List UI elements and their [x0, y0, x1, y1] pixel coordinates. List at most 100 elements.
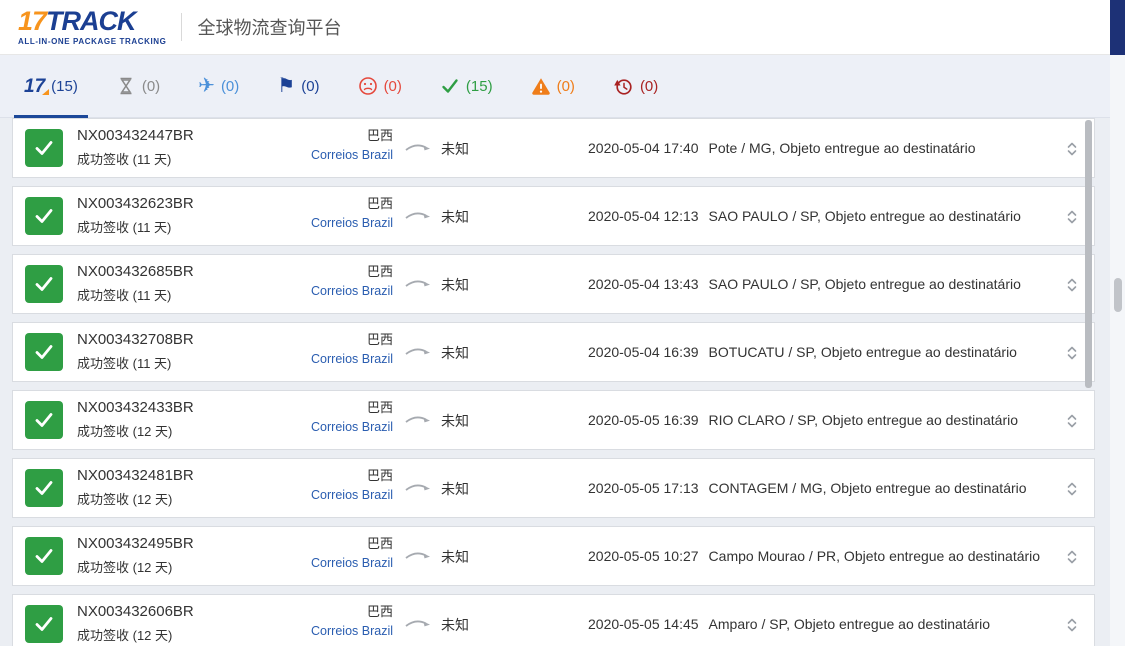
origin-carrier-link[interactable]: Correios Brazil — [311, 420, 393, 434]
origin-carrier-link[interactable]: Correios Brazil — [311, 488, 393, 502]
tab-count: (0) — [640, 78, 658, 95]
tab-not-found[interactable]: (0) — [106, 55, 170, 117]
event-description: RIO CLARO / SP, Objeto entregue ao desti… — [709, 412, 1018, 428]
destination-carrier: 未知 — [441, 547, 469, 567]
tracking-row[interactable]: NX003432433BR 成功签收 (12 天) 巴西 Correios Br… — [12, 390, 1095, 450]
origin-country: 巴西 — [243, 193, 393, 212]
delivered-check-icon — [25, 401, 63, 439]
tracking-status: 成功签收 (12 天) — [77, 557, 172, 576]
origin-country: 巴西 — [243, 397, 393, 416]
expand-chevron-icon[interactable] — [1066, 345, 1078, 361]
latest-event: 2020-05-04 16:39 BOTUCATU / SP, Objeto en… — [588, 344, 1017, 360]
tracking-status: 成功签收 (11 天) — [77, 149, 171, 168]
event-datetime: 2020-05-05 17:13 — [588, 480, 699, 496]
route-arrow-icon — [405, 411, 431, 427]
tab-count: (0) — [221, 78, 239, 95]
logo-track: TRACK — [46, 6, 136, 36]
tab-in-transit[interactable]: ✈ (0) — [188, 55, 249, 117]
event-datetime: 2020-05-04 16:39 — [588, 344, 699, 360]
warning-icon — [531, 76, 551, 96]
history-clock-icon — [613, 76, 634, 97]
event-datetime: 2020-05-04 17:40 — [588, 140, 699, 156]
latest-event: 2020-05-04 17:40 Pote / MG, Objeto entreg… — [588, 140, 975, 156]
origin-carrier-block: 巴西 Correios Brazil — [243, 261, 393, 300]
tab-alert[interactable]: (0) — [521, 55, 585, 117]
tab-pick-up[interactable]: ⚑ (0) — [267, 55, 329, 117]
latest-event: 2020-05-04 12:13SAO PAULO / SP, Objeto e… — [588, 208, 1021, 224]
origin-carrier-block: 巴西 Correios Brazil — [243, 601, 393, 640]
logo-tagline: ALL-IN-ONE PACKAGE TRACKING — [18, 37, 167, 46]
expand-chevron-icon[interactable] — [1066, 209, 1078, 225]
status-tabbar: 17 (15) (0) ✈ (0) ⚑ (0) (0) (15) — [0, 55, 1110, 118]
delivered-check-icon — [25, 333, 63, 371]
origin-carrier-block: 巴西 Correios Brazil — [243, 397, 393, 436]
origin-carrier-link[interactable]: Correios Brazil — [311, 216, 393, 230]
route-arrow-icon — [405, 207, 431, 223]
event-description: Pote / MG, Objeto entregue ao destinatár… — [709, 140, 976, 156]
tracking-row[interactable]: NX003432481BR 成功签收 (12 天) 巴西 Correios Br… — [12, 458, 1095, 518]
origin-carrier-block: 巴西 Correios Brazil — [243, 533, 393, 572]
tracking-number: NX003432606BR — [77, 603, 194, 620]
tab-undelivered[interactable]: (0) — [348, 55, 412, 117]
origin-carrier-link[interactable]: Correios Brazil — [311, 352, 393, 366]
route-arrow-icon — [405, 615, 431, 631]
tracking-number: NX003432623BR — [77, 195, 194, 212]
tab-count: (15) — [466, 78, 493, 95]
route-arrow-icon — [405, 275, 431, 291]
origin-country: 巴西 — [243, 533, 393, 552]
tab-count: (15) — [51, 78, 78, 95]
latest-event: 2020-05-05 14:45Amparo / SP, Objeto entr… — [588, 616, 990, 632]
tab-all-tracked[interactable]: 17 (15) — [14, 55, 88, 117]
window-scrollbar-thumb[interactable] — [1114, 278, 1122, 312]
page-title: 全球物流查询平台 — [198, 14, 342, 40]
tab-expired[interactable]: (0) — [603, 55, 668, 117]
destination-carrier: 未知 — [441, 615, 469, 635]
tracking-number: NX003432708BR — [77, 331, 194, 348]
expand-chevron-icon[interactable] — [1066, 141, 1078, 157]
seventeen-icon: 17 — [24, 77, 45, 96]
window-scrollbar-track — [1110, 55, 1125, 646]
expand-chevron-icon[interactable] — [1066, 277, 1078, 293]
tracking-status: 成功签收 (11 天) — [77, 353, 171, 372]
event-description: BOTUCATU / SP, Objeto entregue ao destin… — [709, 344, 1017, 360]
origin-carrier-link[interactable]: Correios Brazil — [311, 624, 393, 638]
tracking-row[interactable]: NX003432606BR 成功签收 (12 天) 巴西 Correios Br… — [12, 594, 1095, 646]
tracking-row[interactable]: NX003432495BR 成功签收 (12 天) 巴西 Correios Br… — [12, 526, 1095, 586]
tracking-row[interactable]: NX003432708BR 成功签收 (11 天) 巴西 Correios Br… — [12, 322, 1095, 382]
origin-carrier-block: 巴西 Correios Brazil — [243, 329, 393, 368]
tab-count: (0) — [557, 78, 575, 95]
status-tabs: 17 (15) (0) ✈ (0) ⚑ (0) (0) (15) — [0, 55, 686, 117]
destination-carrier: 未知 — [441, 139, 469, 159]
origin-carrier-block: 巴西 Correios Brazil — [243, 125, 393, 164]
expand-chevron-icon[interactable] — [1066, 481, 1078, 497]
route-arrow-icon — [405, 343, 431, 359]
sad-face-icon — [358, 76, 378, 96]
event-datetime: 2020-05-04 13:43 — [588, 276, 699, 292]
tracking-row[interactable]: NX003432623BR 成功签收 (11 天) 巴西 Correios Br… — [12, 186, 1095, 246]
route-arrow-icon — [405, 479, 431, 495]
expand-chevron-icon[interactable] — [1066, 549, 1078, 565]
tracking-row[interactable]: NX003432685BR 成功签收 (11 天) 巴西 Correios Br… — [12, 254, 1095, 314]
latest-event: 2020-05-05 10:27Campo Mourao / PR, Objet… — [588, 548, 1040, 564]
expand-chevron-icon[interactable] — [1066, 617, 1078, 633]
origin-carrier-link[interactable]: Correios Brazil — [311, 284, 393, 298]
origin-carrier-link[interactable]: Correios Brazil — [311, 148, 393, 162]
event-description: SAO PAULO / SP, Objeto entregue ao desti… — [709, 208, 1021, 224]
origin-country: 巴西 — [243, 465, 393, 484]
check-icon — [440, 76, 460, 96]
route-arrow-icon — [405, 547, 431, 563]
tracking-status: 成功签收 (12 天) — [77, 625, 172, 644]
tracking-status: 成功签收 (11 天) — [77, 285, 171, 304]
expand-chevron-icon[interactable] — [1066, 413, 1078, 429]
tab-delivered[interactable]: (15) — [430, 55, 503, 117]
logo-17: 17 — [18, 6, 46, 36]
list-scrollbar-thumb[interactable] — [1085, 120, 1092, 388]
delivered-check-icon — [25, 469, 63, 507]
event-datetime: 2020-05-05 10:27 — [588, 548, 699, 564]
logo-text: 17TRACK — [18, 8, 167, 35]
tab-count: (0) — [142, 78, 160, 95]
tracking-status: 成功签收 (12 天) — [77, 421, 172, 440]
tracking-row[interactable]: NX003432447BR 成功签收 (11 天) 巴西 Correios Br… — [12, 118, 1095, 178]
destination-carrier: 未知 — [441, 275, 469, 295]
origin-carrier-link[interactable]: Correios Brazil — [311, 556, 393, 570]
